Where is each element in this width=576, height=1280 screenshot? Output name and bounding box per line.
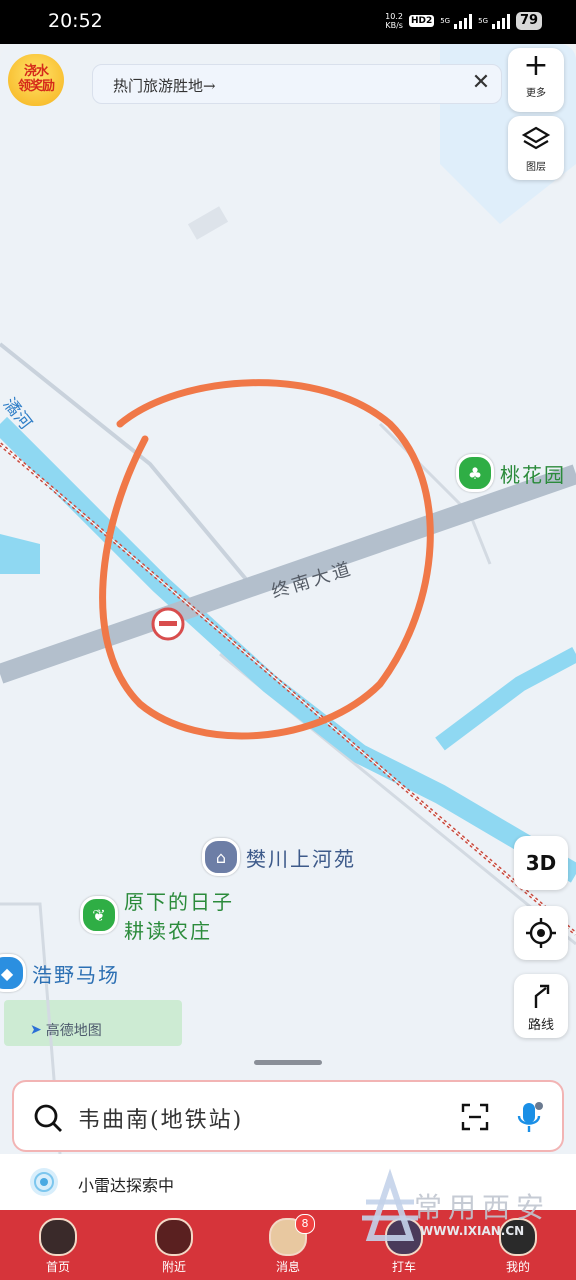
radar-text: 小雷达探索中 [78, 1176, 175, 1195]
layers-button[interactable]: 图层 [508, 116, 564, 180]
tab-home[interactable]: 首页 [18, 1210, 98, 1280]
poi-label-line2: 耕读农庄 [124, 919, 212, 943]
tree-icon: ♣ [456, 454, 494, 492]
no-entry-bar [159, 621, 177, 626]
search-bar[interactable]: 韦曲南(地铁站) [12, 1080, 564, 1152]
amap-logo-icon: ➤ [30, 1022, 42, 1038]
route-arrow-icon [534, 984, 550, 1008]
amap-watermark: ➤ 高德地图 [30, 1022, 102, 1039]
hint-text: 热门旅游胜地→ [113, 77, 216, 95]
signal-label-2: 5G [478, 17, 488, 25]
nearby-avatar-icon [155, 1218, 193, 1256]
signal-icon [454, 13, 473, 29]
radar-icon [30, 1168, 58, 1196]
site-watermark-name: 常用西安 [414, 1191, 551, 1224]
water-reward-button[interactable]: 浇水 领奖励 [8, 54, 64, 106]
hd-badge: HD2 [408, 15, 435, 27]
unread-badge: 8 [295, 1214, 315, 1234]
cherry-icon: ❦ [80, 896, 118, 934]
residential-icon: ⌂ [202, 838, 240, 876]
venue-icon: ◆ [0, 954, 26, 992]
signal-label-1: 5G [440, 17, 451, 25]
poi-farm[interactable]: ❦ 原下的日子 耕读农庄 [80, 886, 234, 944]
net-speed: 10.2 KB/s [385, 12, 403, 30]
plus-icon: + [523, 48, 549, 83]
river-branch [435, 646, 576, 751]
tab-messages[interactable]: 8 消息 [248, 1210, 328, 1280]
status-bar: 20:52 10.2 KB/s HD2 5G 5G 79 [0, 0, 576, 44]
search-icon [34, 1104, 62, 1132]
search-input[interactable]: 韦曲南(地铁站) [78, 1102, 243, 1134]
poi-label: 浩野马场 [32, 962, 120, 987]
battery-icon: 79 [516, 12, 542, 30]
more-button[interactable]: + 更多 [508, 48, 564, 112]
building [187, 206, 229, 240]
close-icon[interactable]: ✕ [469, 71, 493, 95]
3d-button[interactable]: 3D [514, 836, 568, 890]
signal-icon [492, 13, 510, 29]
poi-label: 桃花园 [500, 462, 566, 487]
locate-icon [526, 918, 556, 948]
poi-fanchuan[interactable]: ⌂ 樊川上河苑 [202, 838, 356, 876]
map-canvas[interactable]: 潏河 终南大道 ♣ 桃花园 ⌂ 樊川上河苑 ❦ 原下的日子 耕读农庄 ◆ 浩野马… [0, 44, 576, 1154]
microphone-icon[interactable] [514, 1100, 544, 1134]
locate-button[interactable] [514, 906, 568, 960]
drag-handle[interactable] [254, 1060, 322, 1065]
status-icons: 10.2 KB/s HD2 5G 5G 79 [385, 12, 542, 30]
route-button[interactable]: 路线 [514, 974, 568, 1038]
travel-hint-bar[interactable]: 热门旅游胜地→ ✕ [92, 64, 502, 104]
home-avatar-icon [39, 1218, 77, 1256]
poi-horse-ranch[interactable]: ◆ 浩野马场 [0, 954, 120, 992]
poi-peach-garden[interactable]: ♣ 桃花园 [456, 454, 566, 492]
tab-nearby[interactable]: 附近 [134, 1210, 214, 1280]
poi-label: 原下的日子 [124, 890, 234, 914]
site-watermark-url: WWW.IXIAN.CN [420, 1224, 525, 1238]
layers-icon [521, 126, 551, 150]
poi-label: 樊川上河苑 [246, 846, 356, 871]
pond [0, 534, 40, 574]
scan-icon[interactable] [460, 1102, 490, 1132]
status-time: 20:52 [48, 10, 103, 32]
